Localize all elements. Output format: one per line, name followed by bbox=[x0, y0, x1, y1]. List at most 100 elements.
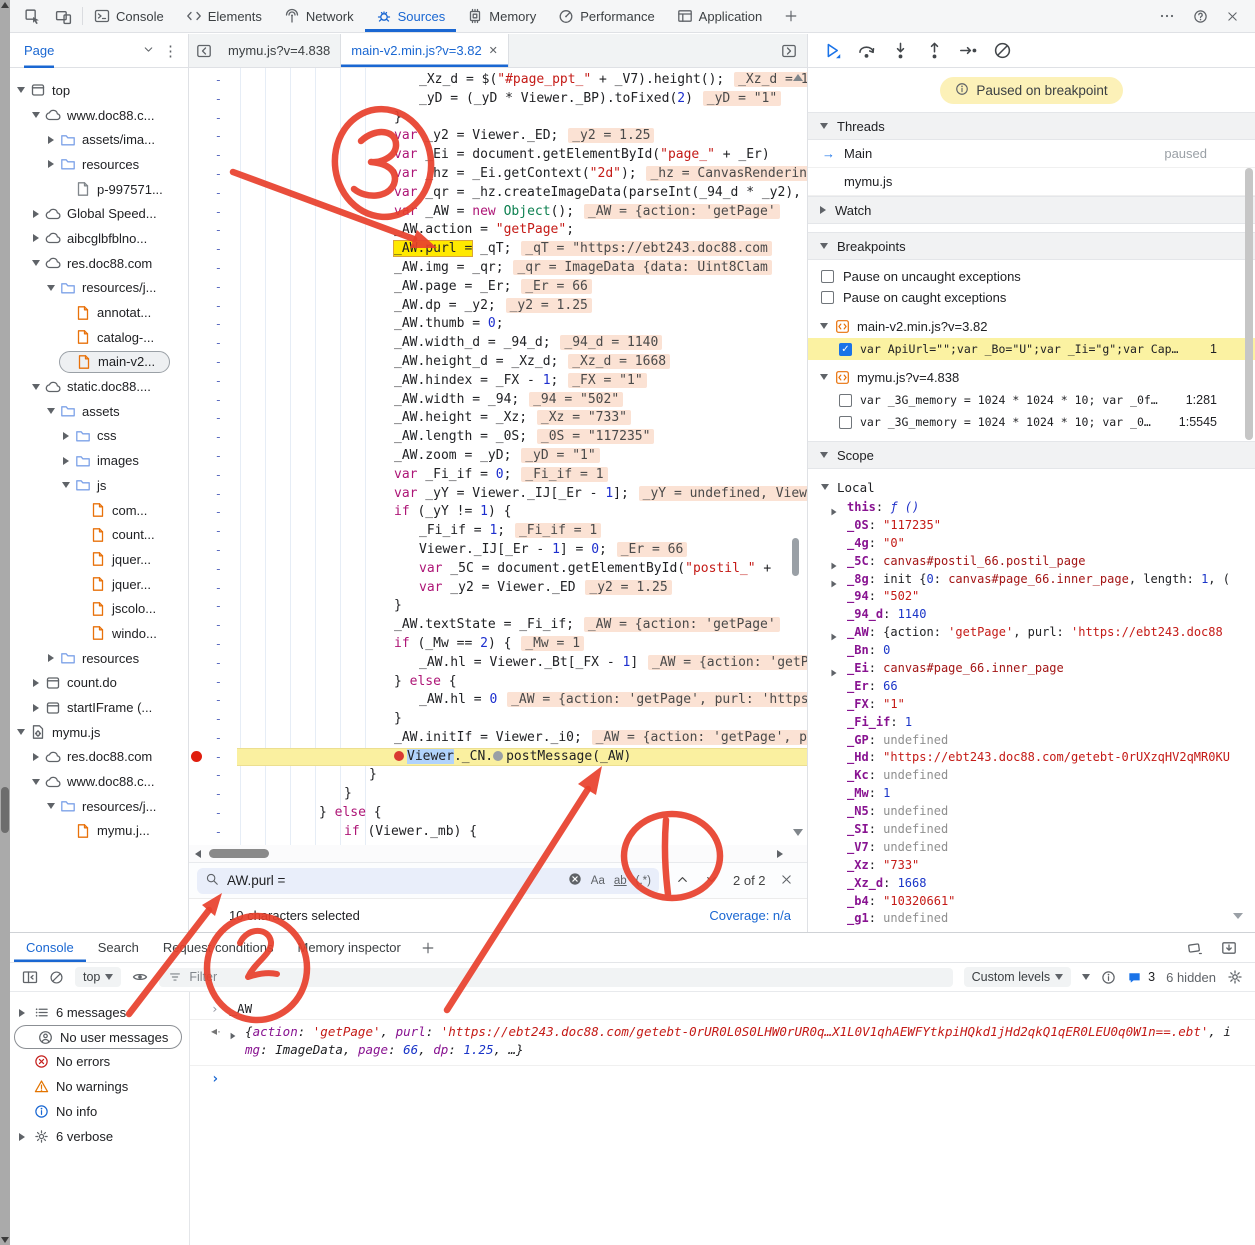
line-gutter[interactable]: - bbox=[189, 428, 237, 447]
tab-console[interactable]: Console bbox=[83, 0, 175, 32]
chevron-right-icon[interactable] bbox=[33, 679, 39, 687]
scope-var-_g1[interactable]: _g1: undefined bbox=[808, 910, 1255, 928]
line-gutter[interactable]: - bbox=[189, 823, 237, 842]
file-tab-active[interactable]: main-v2.min.js?v=3.82✕ bbox=[340, 34, 509, 67]
code-line[interactable]: -} bbox=[189, 785, 807, 804]
tree-item-www-doc88-c-[interactable]: www.doc88.c... bbox=[10, 769, 188, 794]
file-tab-inactive[interactable]: mymu.js?v=4.838 bbox=[218, 34, 340, 67]
chevron-down-icon[interactable] bbox=[1055, 974, 1063, 980]
pause-exception-option-0[interactable]: Pause on uncaught exceptions bbox=[808, 266, 1255, 287]
search-input[interactable]: AW.purl = Aa ab (.*) bbox=[197, 868, 659, 894]
chevron-down-icon[interactable] bbox=[820, 374, 828, 380]
tree-item-count-do[interactable]: count.do bbox=[10, 671, 188, 696]
chevron-down-icon[interactable] bbox=[32, 384, 40, 390]
breakpoint-group[interactable]: mymu.js?v=4.838 bbox=[808, 365, 1255, 389]
chevron-right-icon[interactable] bbox=[63, 432, 69, 440]
code-line[interactable]: -_AW.thumb = 0; bbox=[189, 315, 807, 334]
more-options-icon[interactable]: ⋮ bbox=[163, 42, 178, 60]
code-line[interactable]: -if (Viewer._mb) { bbox=[189, 823, 807, 842]
code-line[interactable]: -var _Fi_if = 0; _Fi_if = 1 bbox=[189, 466, 807, 485]
scope-var-_4g[interactable]: _4g: "0" bbox=[808, 535, 1255, 553]
code-line[interactable]: -} else { bbox=[189, 673, 807, 692]
line-gutter[interactable]: - bbox=[189, 560, 237, 579]
code-line[interactable]: -_AW.zoom = _yD; _yD = "1" bbox=[189, 447, 807, 466]
console-filter-no-warnings[interactable]: No warnings bbox=[10, 1074, 189, 1099]
expand-object-icon[interactable] bbox=[230, 1028, 236, 1059]
os-scrollbar[interactable] bbox=[0, 0, 10, 1245]
panel-scroll-thumb[interactable] bbox=[1245, 168, 1253, 440]
scope-var-_0S[interactable]: _0S: "117235" bbox=[808, 517, 1255, 535]
line-gutter[interactable]: - bbox=[189, 353, 237, 372]
console-result-row[interactable]: ◂·{action: 'getPage', purl: 'https://ebt… bbox=[190, 1020, 1255, 1066]
code-line[interactable]: -_AW.height_d = _Xz_d; _Xz_d = 1668 bbox=[189, 353, 807, 372]
line-gutter[interactable]: - bbox=[189, 184, 237, 203]
tree-item-count-[interactable]: count... bbox=[10, 522, 188, 547]
breakpoint-entry[interactable]: var _3G_memory = 1024 * 1024 * 10; var _… bbox=[808, 411, 1255, 433]
editor-hscrollbar[interactable] bbox=[189, 845, 807, 862]
step-into-icon[interactable] bbox=[891, 41, 910, 60]
line-gutter[interactable]: - bbox=[189, 579, 237, 598]
hscroll-left-icon[interactable] bbox=[195, 850, 201, 858]
breakpoint-dot[interactable] bbox=[191, 751, 202, 762]
scroll-down-arrow-icon[interactable] bbox=[1, 1237, 9, 1243]
tree-item-global-speed-[interactable]: Global Speed... bbox=[10, 201, 188, 226]
breakpoint-checkbox[interactable]: ✓ bbox=[839, 343, 852, 356]
code-line[interactable]: -} else { bbox=[189, 804, 807, 823]
tree-item-images[interactable]: images bbox=[10, 448, 188, 473]
chevron-right-icon[interactable] bbox=[33, 753, 39, 761]
chevron-right-icon[interactable] bbox=[831, 634, 836, 641]
code-line[interactable]: -} bbox=[189, 597, 807, 616]
inline-breakpoint-red-icon[interactable] bbox=[394, 751, 404, 761]
console-filter-no-info[interactable]: No info bbox=[10, 1099, 189, 1124]
code-line[interactable]: -var _Ei = document.getElementById("page… bbox=[189, 146, 807, 165]
console-messages[interactable]: ›_AW◂·{action: 'getPage', purl: 'https:/… bbox=[190, 992, 1255, 1245]
chevron-right-icon[interactable] bbox=[820, 206, 826, 214]
line-gutter[interactable]: - bbox=[189, 654, 237, 673]
chevron-right-icon[interactable] bbox=[831, 562, 836, 569]
tree-item-js[interactable]: js bbox=[10, 473, 188, 498]
scope-var-_94_d[interactable]: _94_d: 1140 bbox=[808, 606, 1255, 624]
chevron-down-icon[interactable] bbox=[47, 408, 55, 414]
code-line[interactable]: -_AW.textState = _Fi_if; _AW = {action: … bbox=[189, 616, 807, 635]
console-filter-6-messages[interactable]: 6 messages bbox=[10, 1000, 189, 1025]
line-gutter[interactable]: - bbox=[189, 240, 237, 259]
section-watch[interactable]: Watch bbox=[808, 196, 1255, 224]
code-line[interactable]: -_yD = (_yD * Viewer._BP).toFixed(2) _yD… bbox=[189, 90, 807, 109]
tree-item-mymu-j-[interactable]: mymu.j... bbox=[10, 819, 188, 844]
line-gutter[interactable]: - bbox=[189, 691, 237, 710]
chevron-down-icon[interactable] bbox=[820, 243, 828, 249]
thread-row-main[interactable]: →Mainpaused bbox=[808, 140, 1255, 168]
code-line[interactable]: -_AW.hl = Viewer._Bt[_FX - 1] _AW = {act… bbox=[189, 654, 807, 673]
tab-page[interactable]: Page bbox=[24, 34, 54, 68]
tree-item-resources[interactable]: resources bbox=[10, 152, 188, 177]
line-gutter[interactable]: - bbox=[189, 673, 237, 692]
tree-item-startiframe-[interactable]: startIFrame (... bbox=[10, 695, 188, 720]
chevron-down-icon[interactable] bbox=[17, 87, 25, 93]
scope-var-_Kc[interactable]: _Kc: undefined bbox=[808, 767, 1255, 785]
search-query[interactable]: AW.purl = bbox=[227, 873, 285, 888]
code-line[interactable]: -if (_Mw == 2) { _Mw = 1 bbox=[189, 635, 807, 654]
console-echo-row[interactable]: ›_AW bbox=[190, 997, 1255, 1020]
previous-match-icon[interactable] bbox=[675, 872, 690, 890]
chevron-right-icon[interactable] bbox=[19, 1133, 25, 1141]
line-gutter[interactable]: - bbox=[189, 804, 237, 823]
scope-var-_GP[interactable]: _GP: undefined bbox=[808, 732, 1255, 750]
editor-scroll-up-icon[interactable] bbox=[793, 74, 803, 81]
line-gutter[interactable]: - bbox=[189, 297, 237, 316]
checkbox[interactable] bbox=[821, 291, 834, 304]
tab-application[interactable]: Application bbox=[666, 0, 774, 32]
scope-group-local[interactable]: Local bbox=[808, 475, 1255, 499]
scope-var-_SI[interactable]: _SI: undefined bbox=[808, 821, 1255, 839]
whole-word-toggle[interactable]: ab bbox=[614, 875, 627, 887]
device-dropdown-icon[interactable] bbox=[1082, 974, 1090, 980]
line-gutter[interactable]: - bbox=[189, 372, 237, 391]
checkbox[interactable] bbox=[821, 270, 834, 283]
scope-var-_94[interactable]: _94: "502" bbox=[808, 588, 1255, 606]
log-levels-dropdown[interactable]: Custom levels bbox=[964, 967, 1072, 987]
line-gutter[interactable]: - bbox=[189, 766, 237, 785]
line-gutter[interactable]: - bbox=[189, 221, 237, 240]
drawer-tab-console[interactable]: Console bbox=[14, 933, 86, 962]
tree-item-res-doc88-com[interactable]: res.doc88.com bbox=[10, 745, 188, 770]
scroll-up-arrow-icon[interactable] bbox=[1, 2, 9, 8]
tree-item-static-doc88-[interactable]: static.doc88.... bbox=[10, 374, 188, 399]
